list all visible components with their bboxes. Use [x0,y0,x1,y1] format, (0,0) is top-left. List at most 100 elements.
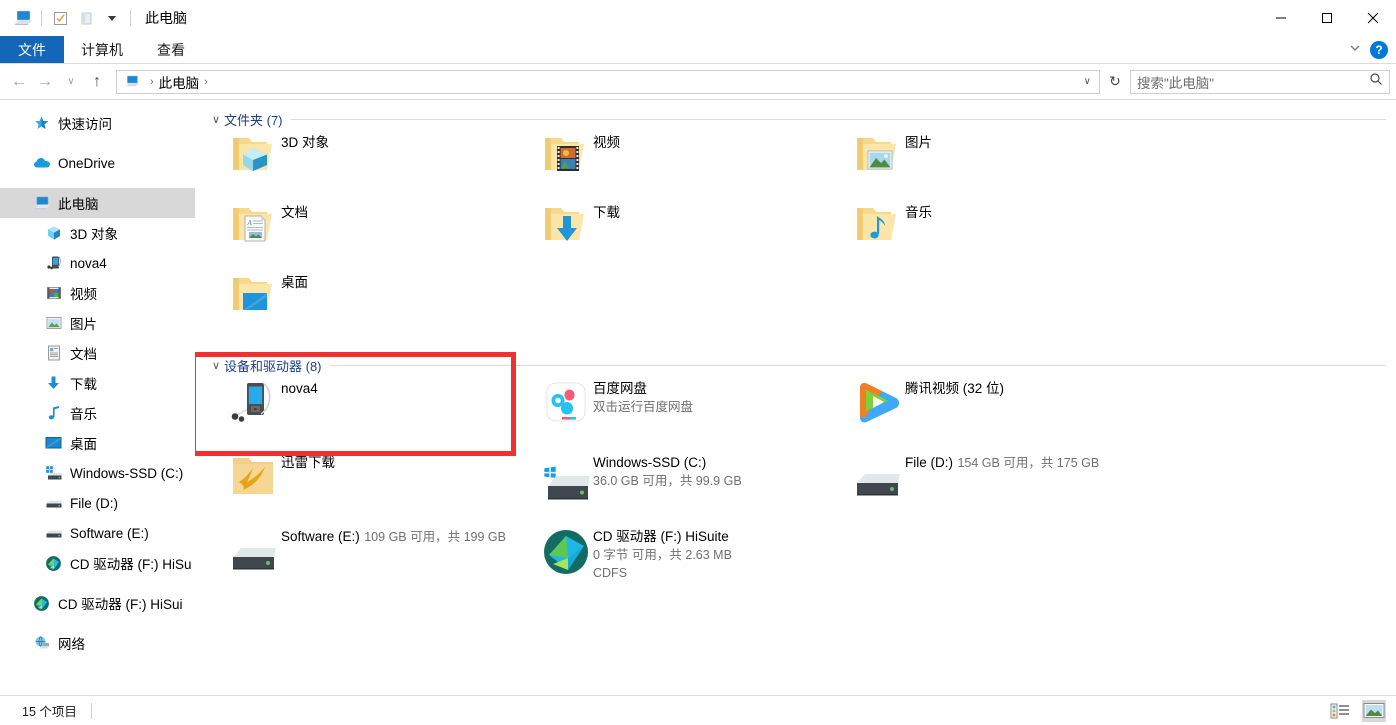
baidu-netdisk-icon [539,376,593,428]
sidebar-item-desktop[interactable]: 桌面 [0,428,195,458]
item-nova4[interactable]: nova4 [227,376,539,450]
search-input[interactable]: 搜索"此电脑" [1130,70,1390,94]
item-text: 腾讯视频 (32 位) [905,376,1004,398]
devices-grid: nova4 [209,376,1396,598]
help-icon[interactable]: ? [1370,41,1388,59]
sidebar-item-music[interactable]: 音乐 [0,398,195,428]
close-button[interactable] [1350,0,1396,36]
item-thunder-download[interactable]: 迅雷下载 [227,450,539,524]
minimize-button[interactable] [1258,0,1304,36]
3d-objects-icon [44,224,63,243]
folder-pictures-icon [851,130,905,178]
sidebar-item-quick-access[interactable]: 快速访问 [0,108,195,138]
sidebar-item-downloads[interactable]: 下载 [0,368,195,398]
item-file-d[interactable]: File (D:) 154 GB 可用，共 175 GB [851,450,1163,524]
tab-file[interactable]: 文件 [0,36,64,63]
item-desktop[interactable]: 桌面 [227,270,539,340]
sidebar-item-label: 此电脑 [58,193,99,213]
item-name: File (D:) [905,455,953,470]
item-subtitle: 0 字节 可用，共 2.63 MB [593,548,732,562]
large-icons-view-icon[interactable] [1362,700,1386,722]
address-dropdown-icon[interactable]: ∨ [1084,76,1095,87]
windows-drive-icon [539,450,593,504]
desktop-icon [44,434,63,453]
refresh-icon[interactable]: ↻ [1104,70,1126,94]
tab-view[interactable]: 查看 [140,36,202,63]
item-documents[interactable]: A 文档 [227,200,539,270]
sidebar-item-windows-ssd-c[interactable]: Windows-SSD (C:) [0,458,195,488]
item-name: 腾讯视频 (32 位) [905,381,1004,396]
new-folder-icon[interactable] [73,5,99,31]
item-cd-drive-f[interactable]: CD 驱动器 (F:) HiSuite 0 字节 可用，共 2.63 MB CD… [539,524,851,598]
back-button[interactable]: ← [6,69,32,95]
sidebar-item-pictures[interactable]: 图片 [0,308,195,338]
recent-locations-button[interactable]: ∨ [58,69,84,95]
group-header-folders[interactable]: ∨ 文件夹 (7) [209,108,1396,130]
item-software-e[interactable]: Software (E:) 109 GB 可用，共 199 GB [227,524,539,598]
sidebar-item-cd-drive-f-1[interactable]: CD 驱动器 (F:) HiSu [0,548,195,578]
sidebar-item-videos[interactable]: 视频 [0,278,195,308]
tab-computer[interactable]: 计算机 [64,36,140,63]
this-pc-icon[interactable] [10,5,36,31]
group-header-devices[interactable]: ∨ 设备和驱动器 (8) [209,354,1396,376]
item-3d-objects[interactable]: 3D 对象 [227,130,539,200]
sidebar-item-label: 视频 [70,283,97,303]
navigation-pane[interactable]: 快速访问 OneDrive [0,100,195,695]
sidebar-item-onedrive[interactable]: OneDrive [0,148,195,178]
item-text: 文档 [281,200,308,222]
phone-media-icon [227,376,281,430]
item-downloads[interactable]: 下载 [539,200,851,270]
folder-desktop-icon [227,270,281,318]
drive-icon [44,494,63,513]
item-name: 视频 [593,135,620,150]
onedrive-cloud-icon [32,154,51,173]
item-tencent-video[interactable]: 腾讯视频 (32 位) [851,376,1163,450]
sidebar-item-nova4[interactable]: nova4 [0,248,195,278]
properties-icon[interactable] [47,5,73,31]
address-input[interactable]: › 此电脑 › ∨ [116,70,1100,94]
customize-dropdown-icon[interactable] [99,5,125,31]
item-text: 百度网盘 双击运行百度网盘 [593,376,693,416]
file-list-pane[interactable]: ∨ 文件夹 (7) [195,100,1396,695]
hisuite-cd-icon [32,594,51,613]
sidebar-item-label: 音乐 [70,403,97,423]
breadcrumb-item-this-pc[interactable]: 此电脑 [159,72,200,92]
window-controls [1258,0,1396,36]
sidebar-item-this-pc[interactable]: 此电脑 [0,188,195,218]
item-videos[interactable]: 视频 [539,130,851,200]
details-view-icon[interactable] [1328,700,1352,722]
folder-music-icon [851,200,905,248]
item-text: 桌面 [281,270,308,292]
chevron-down-icon[interactable]: ∨ [209,113,223,126]
network-icon [32,634,51,653]
item-name: 迅雷下载 [281,455,335,470]
svg-text:A: A [247,219,253,227]
up-button[interactable]: ↑ [84,69,110,95]
item-windows-ssd-c[interactable]: Windows-SSD (C:) 36.0 GB 可用，共 99.9 GB [539,450,851,524]
item-text: Software (E:) 109 GB 可用，共 199 GB [281,524,506,546]
sidebar-item-cd-drive-f-2[interactable]: CD 驱动器 (F:) HiSui [0,588,195,618]
item-name: 文档 [281,205,308,220]
forward-button[interactable]: → [32,69,58,95]
chevron-down-icon[interactable]: ∨ [209,359,223,372]
sidebar-item-network[interactable]: 网络 [0,628,195,658]
search-icon[interactable] [1369,72,1383,91]
item-name: 桌面 [281,275,308,290]
group-title: 文件夹 (7) [224,110,283,129]
sidebar-item-documents[interactable]: 文档 [0,338,195,368]
sidebar-item-label: 图片 [70,313,97,333]
item-baidu-netdisk[interactable]: 百度网盘 双击运行百度网盘 [539,376,851,450]
sidebar-item-3d-objects[interactable]: 3D 对象 [0,218,195,248]
sidebar-item-file-d[interactable]: File (D:) [0,488,195,518]
breadcrumb-separator-0[interactable]: › [150,76,154,88]
breadcrumb-separator-1[interactable]: › [204,76,208,88]
explorer-body: 快速访问 OneDrive [0,100,1396,695]
item-music[interactable]: 音乐 [851,200,1163,270]
sidebar-item-software-e[interactable]: Software (E:) [0,518,195,548]
maximize-button[interactable] [1304,0,1350,36]
item-pictures[interactable]: 图片 [851,130,1163,200]
chevron-down-icon[interactable] [1348,41,1362,60]
item-subtitle: 36.0 GB 可用，共 99.9 GB [593,474,742,488]
status-bar: 15 个项目 [0,695,1396,725]
item-filesystem: CDFS [593,566,627,580]
